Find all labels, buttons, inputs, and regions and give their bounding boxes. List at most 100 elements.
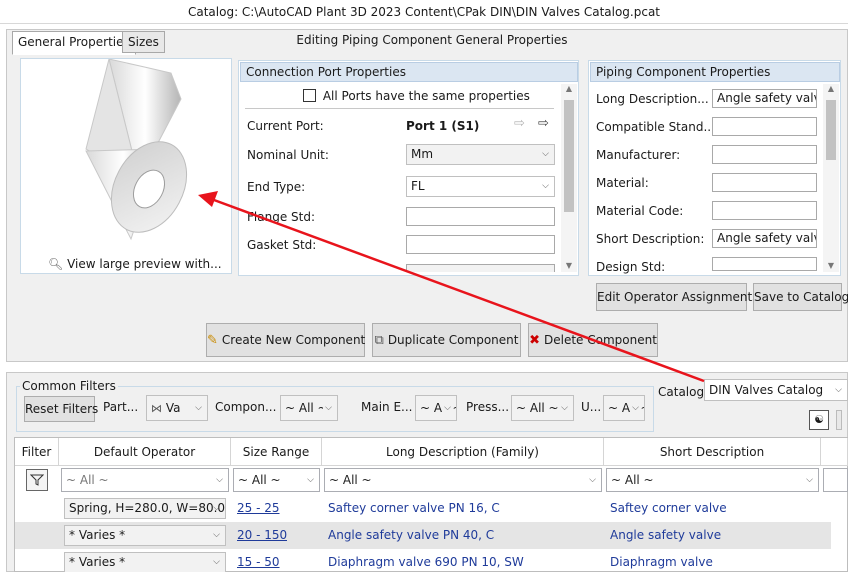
- chevron-down-icon: ⌵: [630, 396, 639, 420]
- save-to-catalog-button[interactable]: Save to Catalog: [753, 283, 848, 311]
- size-filter-combo[interactable]: ~ All ~ ⌵: [233, 468, 320, 492]
- material-code-label: Material Code:: [596, 204, 684, 218]
- chevron-down-icon: ⌵: [542, 181, 549, 191]
- row-short-description: Angle safety valve: [610, 528, 722, 542]
- port-prev-arrow-icon[interactable]: ⇨: [514, 116, 525, 131]
- scroll-down-icon[interactable]: ▼: [823, 261, 839, 270]
- column-header-default-operator[interactable]: Default Operator: [59, 438, 231, 466]
- scroll-thumb[interactable]: [564, 100, 574, 212]
- filter-funnel-icon[interactable]: [26, 469, 48, 491]
- common-filters-title: Common Filters: [20, 379, 118, 393]
- tab-general-properties[interactable]: General Properties: [12, 31, 136, 55]
- scroll-up-icon[interactable]: ▲: [823, 84, 839, 93]
- row-long-description: Diaphragm valve 690 PN 10, SW: [328, 555, 524, 569]
- row-size-range-link[interactable]: 25 - 25: [237, 495, 280, 522]
- column-header-short-description[interactable]: Short Description: [604, 438, 821, 466]
- material-code-field[interactable]: [712, 201, 817, 220]
- units-filter-label: U...: [581, 400, 602, 414]
- chevron-down-icon: ⌵: [216, 475, 223, 485]
- funnel-shape: [29, 474, 45, 486]
- chevron-down-icon: ⌵: [307, 475, 314, 485]
- current-port-label: Current Port:: [247, 119, 324, 133]
- checkbox-box[interactable]: [303, 89, 316, 102]
- chevron-down-icon: ⌵: [213, 503, 220, 513]
- short-description-field[interactable]: Angle safety valve: [712, 229, 817, 248]
- chevron-down-icon: ⌵: [589, 475, 596, 485]
- long-description-field[interactable]: Angle safety valve PN 40, C: [712, 89, 817, 108]
- catalog-label: Catalog:: [658, 385, 709, 399]
- column-header-long-description[interactable]: Long Description (Family): [322, 438, 604, 466]
- edit-operator-assignments-button[interactable]: Edit Operator Assignments: [596, 283, 758, 311]
- pressure-filter-label: Press...: [466, 400, 510, 414]
- view-large-preview-link[interactable]: 🔍︎ View large preview with...: [48, 257, 222, 271]
- manufacturer-label: Manufacturer:: [596, 148, 681, 162]
- row-short-description: Diaphragm valve: [610, 555, 713, 569]
- manufacturer-field[interactable]: [712, 145, 817, 164]
- component-preview[interactable]: [20, 58, 232, 274]
- row-operator-select[interactable]: * Varies * ⌵: [64, 525, 226, 546]
- units-filter-select[interactable]: ~ All ~⌵: [603, 395, 645, 421]
- window-title: Catalog: C:\AutoCAD Plant 3D 2023 Conten…: [0, 0, 848, 24]
- tab-sizes[interactable]: Sizes: [122, 31, 165, 53]
- part-filter-label: Part...: [103, 400, 139, 414]
- part-filter-select[interactable]: ⋈ Va ⌵: [146, 395, 208, 421]
- extra-filter-combo[interactable]: [823, 468, 848, 492]
- end-type-label: End Type:: [247, 180, 306, 194]
- editing-title: Editing Piping Component General Propert…: [296, 33, 568, 47]
- operator-filter-combo[interactable]: ~ All ~ ⌵: [61, 468, 229, 492]
- row-size-range-link[interactable]: 15 - 50: [237, 549, 280, 572]
- piping-scrollbar[interactable]: ▲ ▼: [823, 84, 839, 272]
- component-filter-select[interactable]: ~ All ~ ⌵: [280, 395, 338, 421]
- compatible-standard-label: Compatible Stand...: [596, 120, 715, 134]
- component-filter-label: Compon...: [215, 400, 277, 414]
- delete-component-button[interactable]: ✖ Delete Component: [528, 323, 658, 357]
- row-size-range-link[interactable]: 20 - 150: [237, 522, 287, 549]
- column-header-filter[interactable]: Filter: [15, 438, 59, 466]
- create-new-component-button[interactable]: ✎ Create New Component: [206, 323, 365, 357]
- clipped-field[interactable]: [406, 264, 555, 272]
- current-port-value: Port 1 (S1): [406, 119, 480, 133]
- flange-std-label: Flange Std:: [247, 210, 315, 224]
- all-ports-checkbox[interactable]: All Ports have the same properties: [303, 88, 530, 103]
- chevron-down-icon: ⌵: [213, 530, 220, 540]
- material-field[interactable]: [712, 173, 817, 192]
- end-type-select[interactable]: FL ⌵: [406, 176, 555, 197]
- column-header-extra[interactable]: [821, 438, 848, 466]
- scroll-thumb[interactable]: [826, 100, 836, 160]
- gasket-std-field[interactable]: [406, 235, 555, 254]
- connection-scrollbar[interactable]: ▲ ▼: [561, 84, 577, 272]
- design-std-label: Design Std:: [596, 260, 666, 274]
- scroll-down-icon[interactable]: ▼: [561, 261, 577, 270]
- catalog-select[interactable]: DIN Valves Catalog ⌵: [704, 379, 848, 401]
- column-header-size-range[interactable]: Size Range: [231, 438, 322, 466]
- compatible-standard-field[interactable]: [712, 117, 817, 136]
- delete-component-icon: ✖: [529, 333, 540, 348]
- gasket-std-label: Gasket Std:: [247, 238, 317, 252]
- magnifier-icon: 🔍︎: [48, 257, 64, 271]
- splitter-handle[interactable]: [836, 410, 842, 430]
- flange-std-field[interactable]: [406, 207, 555, 226]
- component-view-icon[interactable]: ☯: [809, 410, 829, 430]
- row-operator-select[interactable]: * Varies * ⌵: [64, 552, 226, 572]
- main-end-filter-select[interactable]: ~ All ~⌵: [415, 395, 457, 421]
- duplicate-component-button[interactable]: ⧉ Duplicate Component: [372, 323, 521, 357]
- reset-filters-button[interactable]: Reset Filters: [24, 396, 98, 422]
- divider: [245, 108, 554, 109]
- row-operator-select[interactable]: Spring, H=280.0, W=80.0 ⌵: [64, 498, 226, 519]
- nominal-unit-select[interactable]: Mm ⌵: [406, 144, 555, 165]
- long-description-filter-combo[interactable]: ~ All ~ ⌵: [324, 468, 602, 492]
- pressure-filter-select[interactable]: ~ All ~ ⌵: [511, 395, 574, 421]
- chevron-down-icon: ⌵: [806, 475, 813, 485]
- chevron-down-icon: ⌵: [442, 396, 451, 420]
- short-description-filter-combo[interactable]: ~ All ~ ⌵: [606, 468, 819, 492]
- row-long-description: Saftey corner valve PN 16, C: [328, 501, 500, 515]
- design-std-field[interactable]: [712, 257, 817, 271]
- piping-component-header: Piping Component Properties: [590, 62, 840, 82]
- chevron-down-icon: ⌵: [213, 557, 220, 567]
- nominal-unit-label: Nominal Unit:: [247, 148, 329, 162]
- chevron-down-icon: ⌵: [323, 396, 332, 420]
- main-end-filter-label: Main E...: [361, 400, 413, 414]
- port-next-arrow-icon[interactable]: ⇨: [538, 116, 549, 131]
- scroll-up-icon[interactable]: ▲: [561, 84, 577, 93]
- row-short-description: Saftey corner valve: [610, 501, 727, 515]
